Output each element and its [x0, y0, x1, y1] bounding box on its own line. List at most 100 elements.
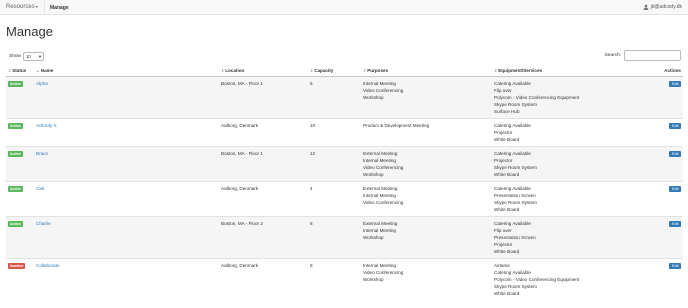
search-input[interactable] [624, 50, 681, 61]
equipment-item: Flip over [494, 87, 512, 93]
status-badge: Inactive [8, 263, 26, 269]
user-email: jd@adcody.dk [650, 4, 682, 10]
purpose-item: External Meeting [363, 220, 398, 226]
name-cell: Bravo [34, 145, 219, 181]
table-row: Active Charlie Boston, MA - Floor 2 8 Extern… [6, 215, 683, 258]
user-menu[interactable]: jd@adcody.dk [643, 4, 682, 10]
page-length-value: 10 [26, 54, 31, 59]
equipment-cell: Catering Available Projector White Board [492, 117, 647, 146]
search-control: Search: [604, 50, 681, 61]
purpose-item: Video Conferencing [363, 269, 404, 275]
chevron-down-icon: ▾ [38, 53, 41, 59]
equipment-cell: Catering Available Projector Skype Room Sy… [492, 145, 647, 181]
purpose-item: Internal Meeting [363, 262, 396, 268]
column-name-label: Name [40, 68, 54, 74]
edit-button[interactable]: Edit [669, 185, 681, 192]
purpose-item: Video Conferencing [363, 87, 404, 93]
equipment-item: Skype Room System [494, 199, 537, 205]
sort-icon: ⇕ [363, 69, 367, 74]
resource-name-link[interactable]: Charlie [36, 221, 51, 226]
status-cell: Active [6, 117, 34, 146]
equipment-item: Catering Available [494, 185, 531, 191]
purpose-item: Video Conferencing [363, 164, 404, 170]
equipment-item: Skype Room System [494, 283, 537, 289]
equipment-item: Flip over [494, 227, 512, 233]
location-cell: Aalborg, Denmark [219, 257, 308, 300]
column-name[interactable]: ▲Name [34, 66, 219, 77]
actions-cell: Edit [647, 180, 683, 216]
table-row: Inactive Collaborate Aalborg, Denmark 8 Inte… [6, 257, 683, 300]
capacity-cell: 8 [308, 257, 361, 300]
actions-cell: Edit [647, 257, 683, 300]
purpose-item: Product & Development Meeting [363, 122, 430, 128]
column-location[interactable]: ⇕Location [219, 66, 308, 77]
column-equipment[interactable]: ⇕Equipment/Services [492, 66, 647, 77]
equipment-cell: Catering Available Presentation Screen Sky… [492, 180, 647, 216]
table-row: Active Alpha Boston, MA - Floor 1 6 Internal… [6, 75, 683, 118]
edit-button[interactable]: Edit [669, 150, 681, 157]
equipment-item: Projector [494, 129, 513, 135]
equipment-item: Projector [494, 157, 513, 163]
show-entries-control: Show 10 ▾ [9, 52, 44, 61]
edit-button[interactable]: Edit [669, 80, 681, 87]
status-cell: Inactive [6, 257, 34, 300]
table-header-row: ⇕Status ▲Name ⇕Location ⇕Capacity ⇕Purpo… [6, 66, 683, 77]
location-cell: Boston, MA - Floor 1 [219, 75, 308, 118]
status-cell: Active [6, 180, 34, 216]
equipment-item: White Board [494, 248, 520, 254]
purposes-cell: Internal Meeting Video Conferencing Worksh… [361, 257, 492, 300]
equipment-item: Airtame [494, 262, 510, 268]
status-badge: Active [8, 186, 23, 192]
purposes-cell: Product & Development Meeting [361, 117, 492, 146]
purpose-item: Video Conferencing [363, 199, 404, 205]
actions-cell: Edit [647, 117, 683, 146]
column-status[interactable]: ⇕Status [6, 66, 34, 77]
table-row: Active Cali Aalborg, Denmark 4 External Meet… [6, 180, 683, 216]
search-label: Search: [604, 53, 621, 58]
equipment-cell: Catering Available Flip over Polycom - Vid… [492, 75, 647, 118]
purposes-cell: Internal Meeting Video Conferencing Worksh… [361, 75, 492, 118]
edit-button[interactable]: Edit [669, 262, 681, 269]
table-row: Active AdCody X Aalborg, Denmark 10 Product … [6, 117, 683, 146]
column-equipment-label: Equipment/Services [498, 68, 543, 74]
column-purposes-label: Purposes [367, 68, 389, 74]
location-cell: Aalborg, Denmark [219, 117, 308, 146]
equipment-item: Catering Available [494, 269, 531, 275]
nav-divider [44, 0, 45, 15]
actions-cell: Edit [647, 145, 683, 181]
purpose-item: Workshop [363, 234, 384, 240]
resource-name-link[interactable]: Bravo [36, 151, 48, 156]
edit-button[interactable]: Edit [669, 220, 681, 227]
equipment-item: Projector [494, 241, 513, 247]
capacity-cell: 10 [308, 117, 361, 146]
show-label: Show [9, 54, 21, 59]
page-length-select[interactable]: 10 ▾ [23, 52, 44, 61]
resource-name-link[interactable]: Alpha [36, 81, 48, 86]
resource-name-link[interactable]: Cali [36, 186, 44, 191]
sort-icon: ⇕ [310, 69, 314, 74]
status-badge: Active [8, 81, 23, 87]
purpose-item: Internal Meeting [363, 192, 396, 198]
resources-dropdown[interactable]: Resources▾ [6, 4, 38, 10]
purpose-item: Internal Meeting [363, 80, 396, 86]
purpose-item: Workshop [363, 171, 384, 177]
status-cell: Active [6, 75, 34, 118]
equipment-item: Polycom - Video Conferencing Equipment [494, 94, 580, 100]
column-purposes[interactable]: ⇕Purposes [361, 66, 492, 77]
column-capacity[interactable]: ⇕Capacity [308, 66, 361, 77]
equipment-item: White Board [494, 136, 520, 142]
name-cell: Cali [34, 180, 219, 216]
sort-icon: ⇕ [221, 69, 225, 74]
nav-link-manage[interactable]: Manage [50, 5, 69, 11]
resource-name-link[interactable]: AdCody X [36, 123, 57, 128]
equipment-item: White Board [494, 290, 520, 296]
column-location-label: Location [225, 68, 245, 74]
status-badge: Active [8, 123, 23, 129]
equipment-item: Skype Room System [494, 101, 537, 107]
equipment-item: Skype Room System [494, 164, 537, 170]
resources-label: Resources [6, 4, 35, 10]
resource-name-link[interactable]: Collaborate [36, 263, 60, 268]
name-cell: Charlie [34, 215, 219, 258]
edit-button[interactable]: Edit [669, 122, 681, 129]
capacity-cell: 8 [308, 215, 361, 258]
